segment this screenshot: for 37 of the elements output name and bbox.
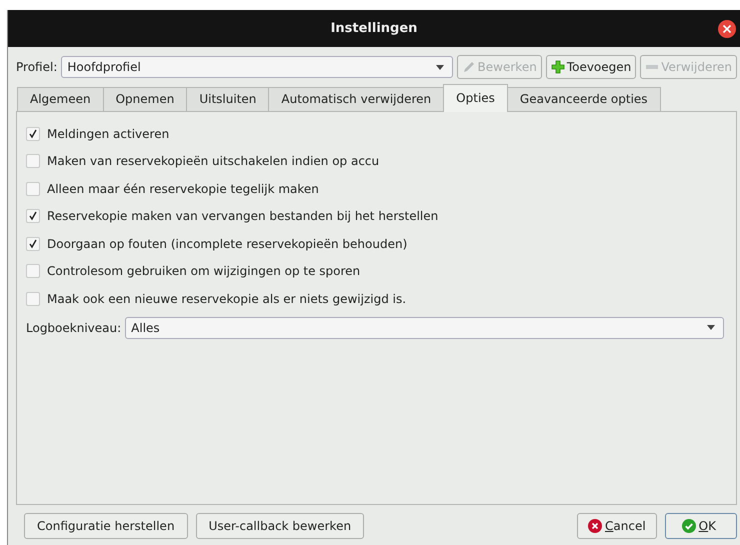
tab[interactable]: Geavanceerde opties xyxy=(506,87,661,111)
checkbox[interactable] xyxy=(26,264,40,278)
caret-icon xyxy=(707,325,715,330)
ok-button[interactable]: OK xyxy=(664,513,737,539)
checkbox[interactable] xyxy=(26,292,40,306)
option-label: Meldingen activeren xyxy=(47,126,170,141)
close-icon[interactable] xyxy=(718,20,736,38)
window-title: Instellingen xyxy=(330,21,418,36)
checkbox[interactable] xyxy=(26,126,40,141)
checkbox[interactable] xyxy=(26,154,40,168)
option-label: Reservekopie maken van vervangen bestanden bij het herstellen xyxy=(47,209,438,224)
caret-icon xyxy=(436,64,444,70)
option-label: Controlesom gebruiken om wijzigingen op te sporen xyxy=(47,264,360,278)
footer-button[interactable]: Configuratie herstellen xyxy=(24,513,188,539)
tab[interactable]: Uitsluiten xyxy=(186,87,270,111)
checkbox[interactable] xyxy=(26,209,40,224)
checkbox[interactable] xyxy=(26,236,40,251)
footer-button[interactable]: User-callback bewerken xyxy=(196,513,364,539)
add-button[interactable]: Toevoegen xyxy=(546,55,636,79)
option-label: Maak ook een nieuwe reservekopie als er niets gewijzigd is. xyxy=(47,292,406,306)
option-label: Doorgaan op fouten (incomplete reservekopieën behouden) xyxy=(47,236,408,251)
checkbox[interactable] xyxy=(26,182,40,196)
plus-icon xyxy=(550,60,565,74)
cross-circle-icon xyxy=(588,519,602,533)
cancel-button[interactable]: Cancel xyxy=(577,513,657,539)
tab[interactable]: Opties xyxy=(443,84,508,112)
profile-dropdown[interactable]: Hoofdprofiel xyxy=(61,56,453,78)
tab[interactable]: Opnemen xyxy=(102,87,188,111)
pencil-icon xyxy=(462,60,476,74)
option-label: Maken van reservekopieën uitschakelen indien op accu xyxy=(47,154,380,168)
tab[interactable]: Automatisch verwijderen xyxy=(268,87,444,111)
check-circle-icon xyxy=(682,519,696,533)
profile-label: Profiel: xyxy=(16,60,58,74)
log-level-dropdown[interactable]: Alles xyxy=(125,316,724,338)
option-label: Alleen maar één reservekopie tegelijk maken xyxy=(47,182,319,196)
log-level-label: Logboekniveau: xyxy=(26,320,122,334)
tab[interactable]: Algemeen xyxy=(17,87,104,111)
